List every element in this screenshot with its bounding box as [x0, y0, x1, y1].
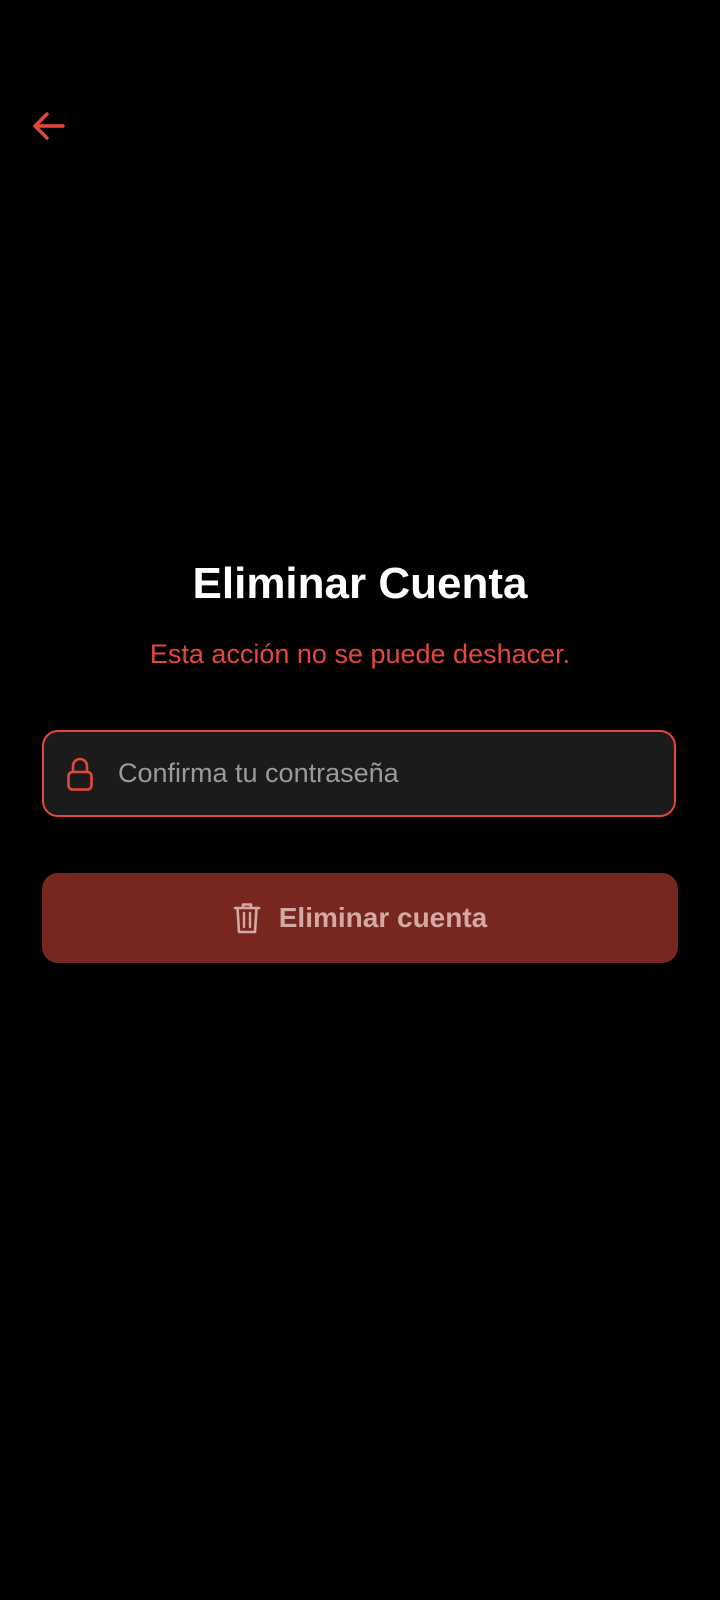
delete-account-button[interactable]: Eliminar cuenta [42, 873, 678, 963]
lock-icon [66, 756, 94, 792]
warning-text: Esta acción no se puede deshacer. [149, 639, 571, 669]
password-input[interactable] [116, 731, 674, 816]
delete-account-label: Eliminar cuenta [278, 902, 488, 933]
page-title: Eliminar Cuenta [192, 559, 528, 608]
back-button[interactable] [24, 104, 72, 152]
trash-icon [233, 901, 261, 935]
arrow-left-icon [31, 111, 65, 146]
password-field[interactable] [42, 730, 676, 817]
